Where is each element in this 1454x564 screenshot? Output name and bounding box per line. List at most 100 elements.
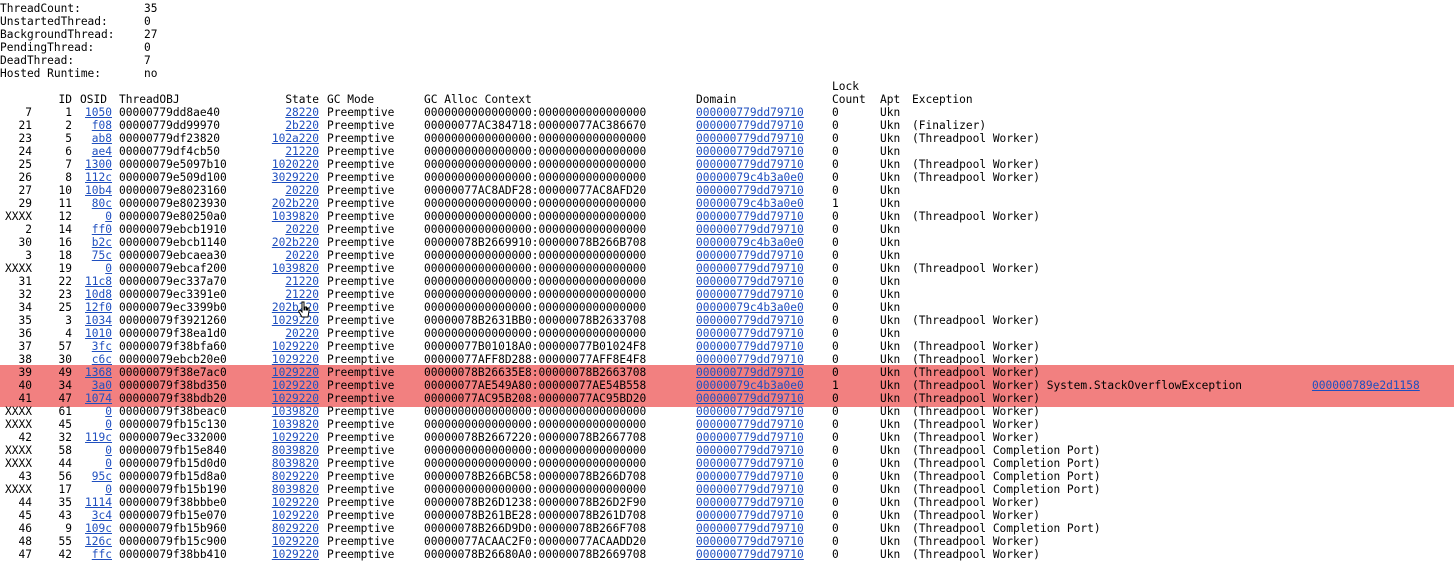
state-link[interactable]: 1029220 (254, 548, 319, 561)
domain-link[interactable]: 000000779dd79710 (696, 249, 804, 262)
osid-link[interactable]: f08 (76, 119, 112, 132)
state-link[interactable]: 8039820 (254, 483, 319, 496)
state-link[interactable]: 8029220 (254, 522, 319, 535)
state-link[interactable]: 8029220 (254, 470, 319, 483)
state-link[interactable]: 2b220 (254, 119, 319, 132)
domain-link[interactable]: 000000779dd79710 (696, 522, 804, 535)
state-link[interactable]: 8039820 (254, 457, 319, 470)
domain-link[interactable]: 000000779dd79710 (696, 262, 804, 275)
osid-link[interactable]: 1114 (76, 496, 112, 509)
state-link[interactable]: 21220 (254, 145, 319, 158)
state-link[interactable]: 1039820 (254, 262, 319, 275)
osid-link[interactable]: ffc (76, 548, 112, 561)
state-link[interactable]: 20220 (254, 184, 319, 197)
osid-link[interactable]: 1300 (76, 158, 112, 171)
osid-link[interactable]: 0 (76, 444, 112, 457)
exception-address-link[interactable]: 000000789e2d1158 (1312, 379, 1420, 392)
state-link[interactable]: 1029220 (254, 340, 319, 353)
state-link[interactable]: 21220 (254, 275, 319, 288)
osid-link[interactable]: 1050 (76, 106, 112, 119)
domain-link[interactable]: 000000779dd79710 (696, 210, 804, 223)
domain-link[interactable]: 000000779dd79710 (696, 314, 804, 327)
osid-link[interactable]: 3a0 (76, 379, 112, 392)
domain-link[interactable]: 000000779dd79710 (696, 444, 804, 457)
osid-link[interactable]: 95c (76, 470, 112, 483)
state-link[interactable]: 3029220 (254, 171, 319, 184)
domain-link[interactable]: 000000779dd79710 (696, 223, 804, 236)
osid-link[interactable]: 0 (76, 457, 112, 470)
domain-link[interactable]: 000000779dd79710 (696, 366, 804, 379)
osid-link[interactable]: 109c (76, 522, 112, 535)
domain-link[interactable]: 000000779dd79710 (696, 470, 804, 483)
domain-link[interactable]: 000000779dd79710 (696, 535, 804, 548)
osid-link[interactable]: 10b4 (76, 184, 112, 197)
osid-link[interactable]: 12f0 (76, 301, 112, 314)
domain-link[interactable]: 000000779dd79710 (696, 119, 804, 132)
osid-link[interactable]: ff0 (76, 223, 112, 236)
osid-link[interactable]: b2c (76, 236, 112, 249)
osid-link[interactable]: 1074 (76, 392, 112, 405)
osid-link[interactable]: 0 (76, 210, 112, 223)
osid-link[interactable]: ae4 (76, 145, 112, 158)
domain-link[interactable]: 000000779dd79710 (696, 392, 804, 405)
state-link[interactable]: 1029220 (254, 379, 319, 392)
osid-link[interactable]: 112c (76, 171, 112, 184)
osid-link[interactable]: 11c8 (76, 275, 112, 288)
state-link[interactable]: 1029220 (254, 509, 319, 522)
state-link[interactable]: 20220 (254, 223, 319, 236)
domain-link[interactable]: 000000779dd79710 (696, 431, 804, 444)
state-link[interactable]: 8039820 (254, 444, 319, 457)
domain-link[interactable]: 000000779dd79710 (696, 509, 804, 522)
osid-link[interactable]: 1010 (76, 327, 112, 340)
domain-link[interactable]: 00000079c4b3a0e0 (696, 236, 804, 249)
domain-link[interactable]: 000000779dd79710 (696, 145, 804, 158)
osid-link[interactable]: 1034 (76, 314, 112, 327)
state-link[interactable]: 1029220 (254, 496, 319, 509)
state-link[interactable]: 1039820 (254, 210, 319, 223)
state-link[interactable]: 1039820 (254, 418, 319, 431)
domain-link[interactable]: 000000779dd79710 (696, 106, 804, 119)
osid-link[interactable]: 0 (76, 483, 112, 496)
domain-link[interactable]: 000000779dd79710 (696, 548, 804, 561)
domain-link[interactable]: 00000079c4b3a0e0 (696, 301, 804, 314)
state-link[interactable]: 202b220 (254, 236, 319, 249)
state-link[interactable]: 202b220 (254, 197, 319, 210)
osid-link[interactable]: 3c4 (76, 509, 112, 522)
state-link[interactable]: 1029220 (254, 431, 319, 444)
state-link[interactable]: 20220 (254, 249, 319, 262)
domain-link[interactable]: 000000779dd79710 (696, 457, 804, 470)
domain-link[interactable]: 000000779dd79710 (696, 405, 804, 418)
osid-link[interactable]: 126c (76, 535, 112, 548)
osid-link[interactable]: 0 (76, 262, 112, 275)
domain-link[interactable]: 000000779dd79710 (696, 275, 804, 288)
domain-link[interactable]: 000000779dd79710 (696, 340, 804, 353)
state-link[interactable]: 102a220 (254, 132, 319, 145)
domain-link[interactable]: 00000079c4b3a0e0 (696, 379, 804, 392)
domain-link[interactable]: 000000779dd79710 (696, 288, 804, 301)
osid-link[interactable]: 10d8 (76, 288, 112, 301)
domain-link[interactable]: 000000779dd79710 (696, 132, 804, 145)
state-link[interactable]: 1029220 (254, 366, 319, 379)
osid-link[interactable]: 3fc (76, 340, 112, 353)
domain-link[interactable]: 000000779dd79710 (696, 496, 804, 509)
osid-link[interactable]: 80c (76, 197, 112, 210)
domain-link[interactable]: 000000779dd79710 (696, 158, 804, 171)
state-link[interactable]: 20220 (254, 327, 319, 340)
osid-link[interactable]: 119c (76, 431, 112, 444)
state-link[interactable]: 28220 (254, 106, 319, 119)
domain-link[interactable]: 00000079c4b3a0e0 (696, 171, 804, 184)
state-link[interactable]: 1029220 (254, 392, 319, 405)
state-link[interactable]: 1039820 (254, 405, 319, 418)
osid-link[interactable]: 1368 (76, 366, 112, 379)
osid-link[interactable]: ab8 (76, 132, 112, 145)
domain-link[interactable]: 00000079c4b3a0e0 (696, 197, 804, 210)
domain-link[interactable]: 000000779dd79710 (696, 184, 804, 197)
state-link[interactable]: 1020220 (254, 158, 319, 171)
osid-link[interactable]: 0 (76, 405, 112, 418)
domain-link[interactable]: 000000779dd79710 (696, 327, 804, 340)
osid-link[interactable]: 0 (76, 418, 112, 431)
state-link[interactable]: 1029220 (254, 535, 319, 548)
osid-link[interactable]: 75c (76, 249, 112, 262)
domain-link[interactable]: 000000779dd79710 (696, 483, 804, 496)
domain-link[interactable]: 000000779dd79710 (696, 418, 804, 431)
